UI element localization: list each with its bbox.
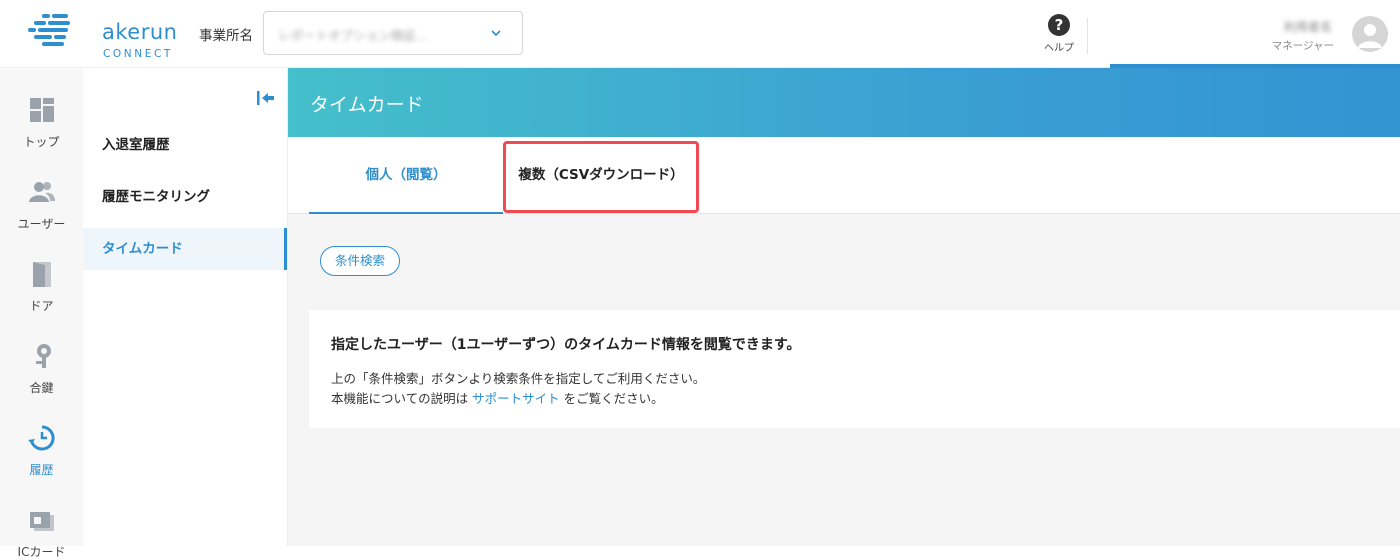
- tab-highlight-box: [503, 141, 699, 213]
- dashboard-icon: [29, 98, 54, 122]
- collapse-sidebar-icon[interactable]: [255, 89, 275, 107]
- subnav-item-entry-history[interactable]: 入退室履歴: [83, 124, 287, 166]
- history-icon: [27, 425, 55, 451]
- help-label: ヘルプ: [1044, 43, 1074, 54]
- rail-item-top[interactable]: トップ: [0, 95, 83, 150]
- page-title: タイムカード: [310, 94, 424, 116]
- info-title: 指定したユーザー（1ユーザーずつ）のタイムカード情報を閲覧できます。: [331, 337, 801, 353]
- rail-item-keys[interactable]: 合鍵: [0, 341, 83, 396]
- help-icon: ?: [1048, 14, 1070, 36]
- support-site-link[interactable]: サポートサイト: [472, 391, 560, 406]
- info-support-suffix: をご覧ください。: [563, 391, 664, 406]
- door-icon: [32, 262, 51, 287]
- avatar[interactable]: [1352, 16, 1388, 52]
- office-select[interactable]: レポートオプション検証...: [263, 11, 523, 55]
- info-support-prefix: 本機能についての説明は: [331, 391, 469, 406]
- logo-wordmark: akerun: [102, 20, 178, 44]
- rail-item-label: トップ: [23, 135, 60, 149]
- office-select-value: レポートオプション検証...: [278, 28, 428, 43]
- page-banner: タイムカード: [288, 68, 1400, 137]
- rail-item-history[interactable]: 履歴: [0, 423, 83, 478]
- card-icon: [29, 512, 54, 531]
- logo-mark-icon: [28, 14, 70, 46]
- subnav-item-history-monitoring[interactable]: 履歴モニタリング: [83, 176, 287, 218]
- akerun-logo[interactable]: akerun CONNECT: [28, 12, 177, 60]
- chevron-down-icon: [491, 30, 501, 37]
- user-role: マネージャー: [1271, 40, 1334, 52]
- help-button[interactable]: ? ヘルプ: [1038, 14, 1080, 54]
- rail-item-label: 履歴: [29, 463, 54, 477]
- subnav-item-timecard[interactable]: タイムカード: [83, 228, 287, 270]
- timecard-tabs: 個人（閲覧） 複数（CSVダウンロード）: [288, 137, 1400, 214]
- info-support-line: 本機能についての説明は サポートサイト をご覧ください。: [331, 388, 664, 407]
- user-name: 利用者名: [1283, 20, 1332, 34]
- rail-item-label: 合鍵: [29, 381, 54, 395]
- rail-item-label: ユーザー: [17, 217, 66, 231]
- logo-subtitle: CONNECT: [103, 48, 173, 60]
- office-label: 事業所名: [199, 28, 253, 44]
- rail-item-card[interactable]: ICカード: [0, 505, 83, 560]
- tab-personal-view[interactable]: 個人（閲覧）: [309, 137, 503, 214]
- info-card: 指定したユーザー（1ユーザーずつ）のタイムカード情報を閲覧できます。 上の「条件…: [309, 310, 1400, 428]
- filter-search-button[interactable]: 条件検索: [320, 246, 400, 276]
- info-instruction: 上の「条件検索」ボタンより検索条件を指定してご利用ください。: [331, 371, 706, 386]
- main-content: タイムカード 個人（閲覧） 複数（CSVダウンロード） 条件検索 指定したユーザ…: [288, 68, 1400, 546]
- rail-item-users[interactable]: ユーザー: [0, 177, 83, 232]
- user-avatar-icon: [1358, 24, 1382, 48]
- users-icon: [28, 182, 55, 202]
- rail-item-label: ドア: [29, 299, 54, 313]
- top-header: akerun CONNECT 事業所名 レポートオプション検証... ? ヘルプ…: [0, 0, 1400, 68]
- history-subnav: 入退室履歴 履歴モニタリング タイムカード: [83, 69, 288, 546]
- rail-item-door[interactable]: ドア: [0, 259, 83, 314]
- header-divider: [1087, 18, 1088, 54]
- key-icon: [35, 344, 51, 368]
- icon-rail: トップ ユーザー ドア 合鍵 履歴 ICカード: [0, 69, 83, 559]
